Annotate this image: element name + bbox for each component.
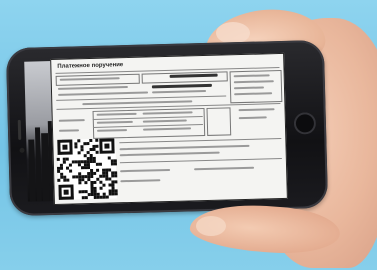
qr-module [113, 162, 117, 166]
front-camera [19, 147, 25, 153]
doc-text-line [59, 129, 80, 132]
qr-finder-pattern [99, 138, 115, 154]
doc-text-line [57, 86, 128, 90]
qr-module [114, 192, 118, 196]
qr-module [74, 145, 78, 149]
qr-module [68, 163, 72, 167]
document-title: Платежное поручение [57, 62, 124, 70]
photo-scene: Платежное поручение [0, 0, 377, 270]
doc-bold-line [151, 83, 212, 89]
qr-module [114, 174, 118, 178]
qr-module [65, 157, 69, 161]
qr-module [102, 183, 106, 187]
qr-module [56, 157, 60, 161]
qr-module [86, 142, 90, 146]
doc-text-line [194, 166, 255, 171]
doc-text-line [119, 144, 250, 151]
qr-module [95, 150, 99, 154]
home-button[interactable] [293, 112, 317, 135]
qr-module [57, 178, 61, 182]
qr-module [77, 139, 81, 143]
qr-module [80, 148, 84, 152]
qr-module [89, 138, 93, 143]
thumb-nail [216, 22, 250, 44]
qr-module [62, 160, 66, 164]
qr-module [59, 166, 64, 170]
phone-screen: Платежное поручение [50, 52, 288, 205]
ear-speaker [17, 119, 22, 140]
lower-finger-nail [196, 216, 226, 236]
qr-module [105, 195, 109, 199]
doc-side-box [206, 107, 232, 136]
doc-text-line [238, 108, 275, 112]
qr-module [84, 181, 88, 185]
qr-module [93, 171, 97, 175]
doc-text-line [120, 168, 171, 173]
doc-text-line [120, 179, 161, 183]
doc-text-line [82, 100, 193, 106]
qr-module [114, 180, 118, 184]
qr-module [77, 151, 81, 155]
qr-finder-pattern [57, 139, 73, 155]
qr-code [56, 138, 118, 200]
qr-module [95, 138, 99, 142]
doc-text-line [58, 119, 85, 122]
smartphone: Платежное поручение [5, 39, 329, 217]
qr-module [95, 144, 99, 148]
qr-module [90, 174, 94, 179]
qr-module [78, 181, 82, 185]
doc-text-line [119, 151, 220, 157]
qr-module [66, 178, 70, 182]
qr-module [99, 186, 103, 190]
qr-module [96, 168, 100, 172]
doc-text-line [238, 116, 267, 120]
qr-module [93, 180, 97, 184]
doc-rule [119, 158, 282, 164]
doc-rule [119, 138, 282, 144]
doc-text-line [152, 89, 207, 94]
doc-rule [56, 95, 227, 101]
qr-module [69, 169, 73, 173]
qr-finder-pattern [58, 184, 74, 200]
qr-module [98, 162, 102, 166]
qr-module [84, 196, 88, 200]
doc-text-line [58, 91, 149, 96]
